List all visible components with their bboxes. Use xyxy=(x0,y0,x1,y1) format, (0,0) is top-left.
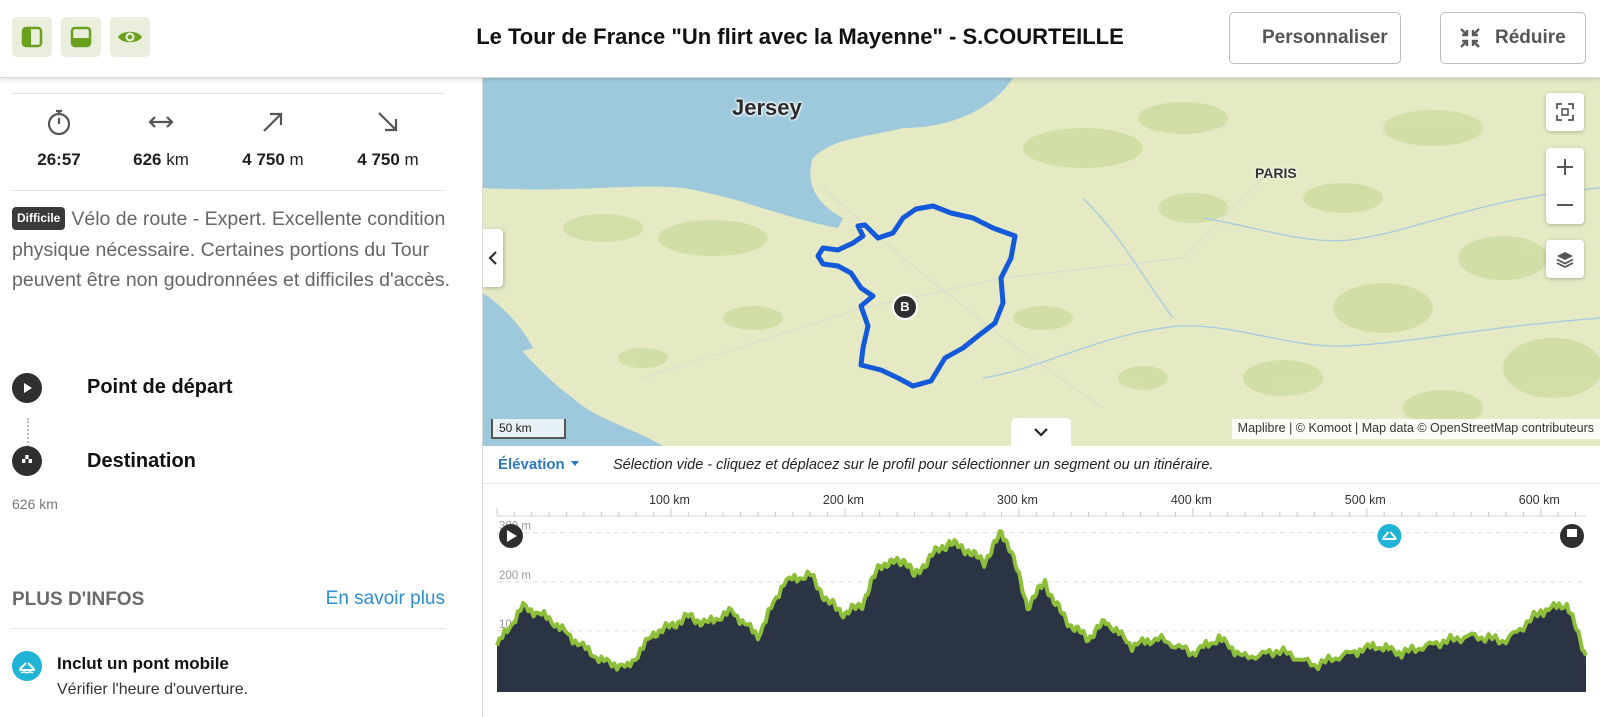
stat-uphill: 4 750 m xyxy=(218,108,328,170)
preview-toggle[interactable] xyxy=(110,17,150,57)
uphill-unit: m xyxy=(289,150,304,169)
downhill-arrow-icon xyxy=(378,112,398,132)
profile-drawbridge-marker[interactable] xyxy=(1377,524,1402,548)
plus-icon xyxy=(1557,159,1573,175)
zoom-in-button[interactable] xyxy=(1546,148,1584,186)
difficulty-description: Difficile Vélo de route - Expert. Excelle… xyxy=(12,204,452,296)
difficulty-text: Vélo de route - Expert. Excellente condi… xyxy=(12,208,451,291)
start-point-label[interactable]: Point de départ xyxy=(87,376,233,399)
fit-bounds-icon xyxy=(1556,103,1574,121)
profile-start-marker[interactable] xyxy=(499,524,523,548)
x-tick-label: 500 km xyxy=(1345,493,1386,507)
chevron-left-icon xyxy=(488,251,497,265)
map-label-jersey: Jersey xyxy=(732,95,802,120)
x-tick-label: 600 km xyxy=(1519,493,1560,507)
collapse-panel-button[interactable] xyxy=(483,229,503,287)
drawbridge-title: Inclut un pont mobile xyxy=(57,654,229,673)
layers-icon xyxy=(1556,252,1574,269)
fit-route-button[interactable] xyxy=(1546,93,1584,131)
x-tick-label: 300 km xyxy=(997,493,1038,507)
bottom-panel-layout-icon xyxy=(70,26,92,48)
downhill-value: 4 750 xyxy=(357,150,400,169)
fit-route-control xyxy=(1546,93,1584,131)
customize-button[interactable]: Personnaliser xyxy=(1229,12,1401,64)
zoom-out-button[interactable] xyxy=(1546,186,1584,224)
layers-control xyxy=(1546,240,1584,278)
stat-downhill: 4 750 m xyxy=(333,108,443,170)
caret-down-icon xyxy=(570,461,579,466)
sidebar-layout-icon xyxy=(21,26,43,48)
destination-flag-icon xyxy=(12,446,42,476)
bottom-panel-view-toggle[interactable] xyxy=(61,17,101,57)
uphill-arrow-icon xyxy=(263,112,283,132)
divider xyxy=(12,93,445,94)
sidebar-view-toggle[interactable] xyxy=(12,17,52,57)
more-info-title: PLUS D'INFOS xyxy=(12,589,145,610)
map-scale: 50 km xyxy=(491,419,566,439)
x-tick-label: 200 km xyxy=(823,493,864,507)
reduce-label: Réduire xyxy=(1495,27,1566,48)
page-title: Le Tour de France "Un flirt avec la Maye… xyxy=(476,24,1124,49)
x-tick-label: 400 km xyxy=(1171,493,1212,507)
map-attribution[interactable]: Maplibre | © Komoot | Map data © OpenStr… xyxy=(1231,419,1600,439)
selection-hint: Sélection vide - cliquez et déplacez sur… xyxy=(613,457,1214,473)
distance-unit: km xyxy=(166,150,189,169)
stat-distance: 626 km xyxy=(106,108,216,170)
map-label-paris: PARIS xyxy=(1255,165,1297,181)
customize-label: Personnaliser xyxy=(1262,27,1388,48)
top-bar: Le Tour de France "Un flirt avec la Maye… xyxy=(0,0,1600,78)
elevation-profile-chart[interactable]: 100 km200 km300 km400 km500 km600 km 300… xyxy=(483,484,1600,717)
elevation-area xyxy=(497,531,1586,692)
distance-value: 626 xyxy=(133,150,162,169)
layers-button[interactable] xyxy=(1546,240,1584,278)
destination-distance: 626 km xyxy=(12,496,58,512)
x-tick-label: 100 km xyxy=(649,493,690,507)
map-marker-b[interactable]: B xyxy=(893,299,917,314)
elevation-toolbar: Élévation Sélection vide - cliquez et dé… xyxy=(483,446,1600,484)
distance-arrows-icon xyxy=(148,116,174,128)
tour-details-panel: 26:57 626 km 4 750 m 4 750 m Difficile Vé… xyxy=(0,78,483,717)
divider xyxy=(12,628,445,629)
downhill-unit: m xyxy=(404,150,419,169)
duration-value: 26:57 xyxy=(37,150,81,169)
route-map[interactable]: B Jersey PARIS 50 km Maplibre | © Komoot… xyxy=(483,78,1600,446)
minus-icon xyxy=(1557,204,1573,206)
divider xyxy=(12,190,445,191)
y-tick-label: 200 m xyxy=(499,570,531,582)
toggle-elevation-button[interactable] xyxy=(1011,418,1071,446)
drawbridge-subtitle: Vérifier l'heure d'ouverture. xyxy=(57,681,249,698)
learn-more-link[interactable]: En savoir plus xyxy=(326,588,445,610)
stopwatch-icon xyxy=(47,109,71,136)
reduce-button[interactable]: Réduire xyxy=(1440,12,1586,64)
elevation-panel: Élévation Sélection vide - cliquez et dé… xyxy=(483,446,1600,717)
eye-icon xyxy=(118,31,142,43)
stat-duration: 26:57 xyxy=(4,108,114,170)
drawbridge-icon xyxy=(12,651,42,681)
chevron-down-icon xyxy=(1034,428,1048,437)
elevation-dropdown-label: Élévation xyxy=(498,456,565,473)
collapse-icon xyxy=(1460,28,1480,48)
zoom-controls xyxy=(1546,148,1584,224)
elevation-dropdown[interactable]: Élévation xyxy=(498,456,579,473)
uphill-value: 4 750 xyxy=(242,150,285,169)
map-basemap xyxy=(483,78,1600,446)
profile-destination-marker[interactable] xyxy=(1560,524,1584,548)
start-point-icon xyxy=(12,373,42,403)
difficulty-badge: Difficile xyxy=(12,207,66,230)
destination-label[interactable]: Destination xyxy=(87,450,196,473)
